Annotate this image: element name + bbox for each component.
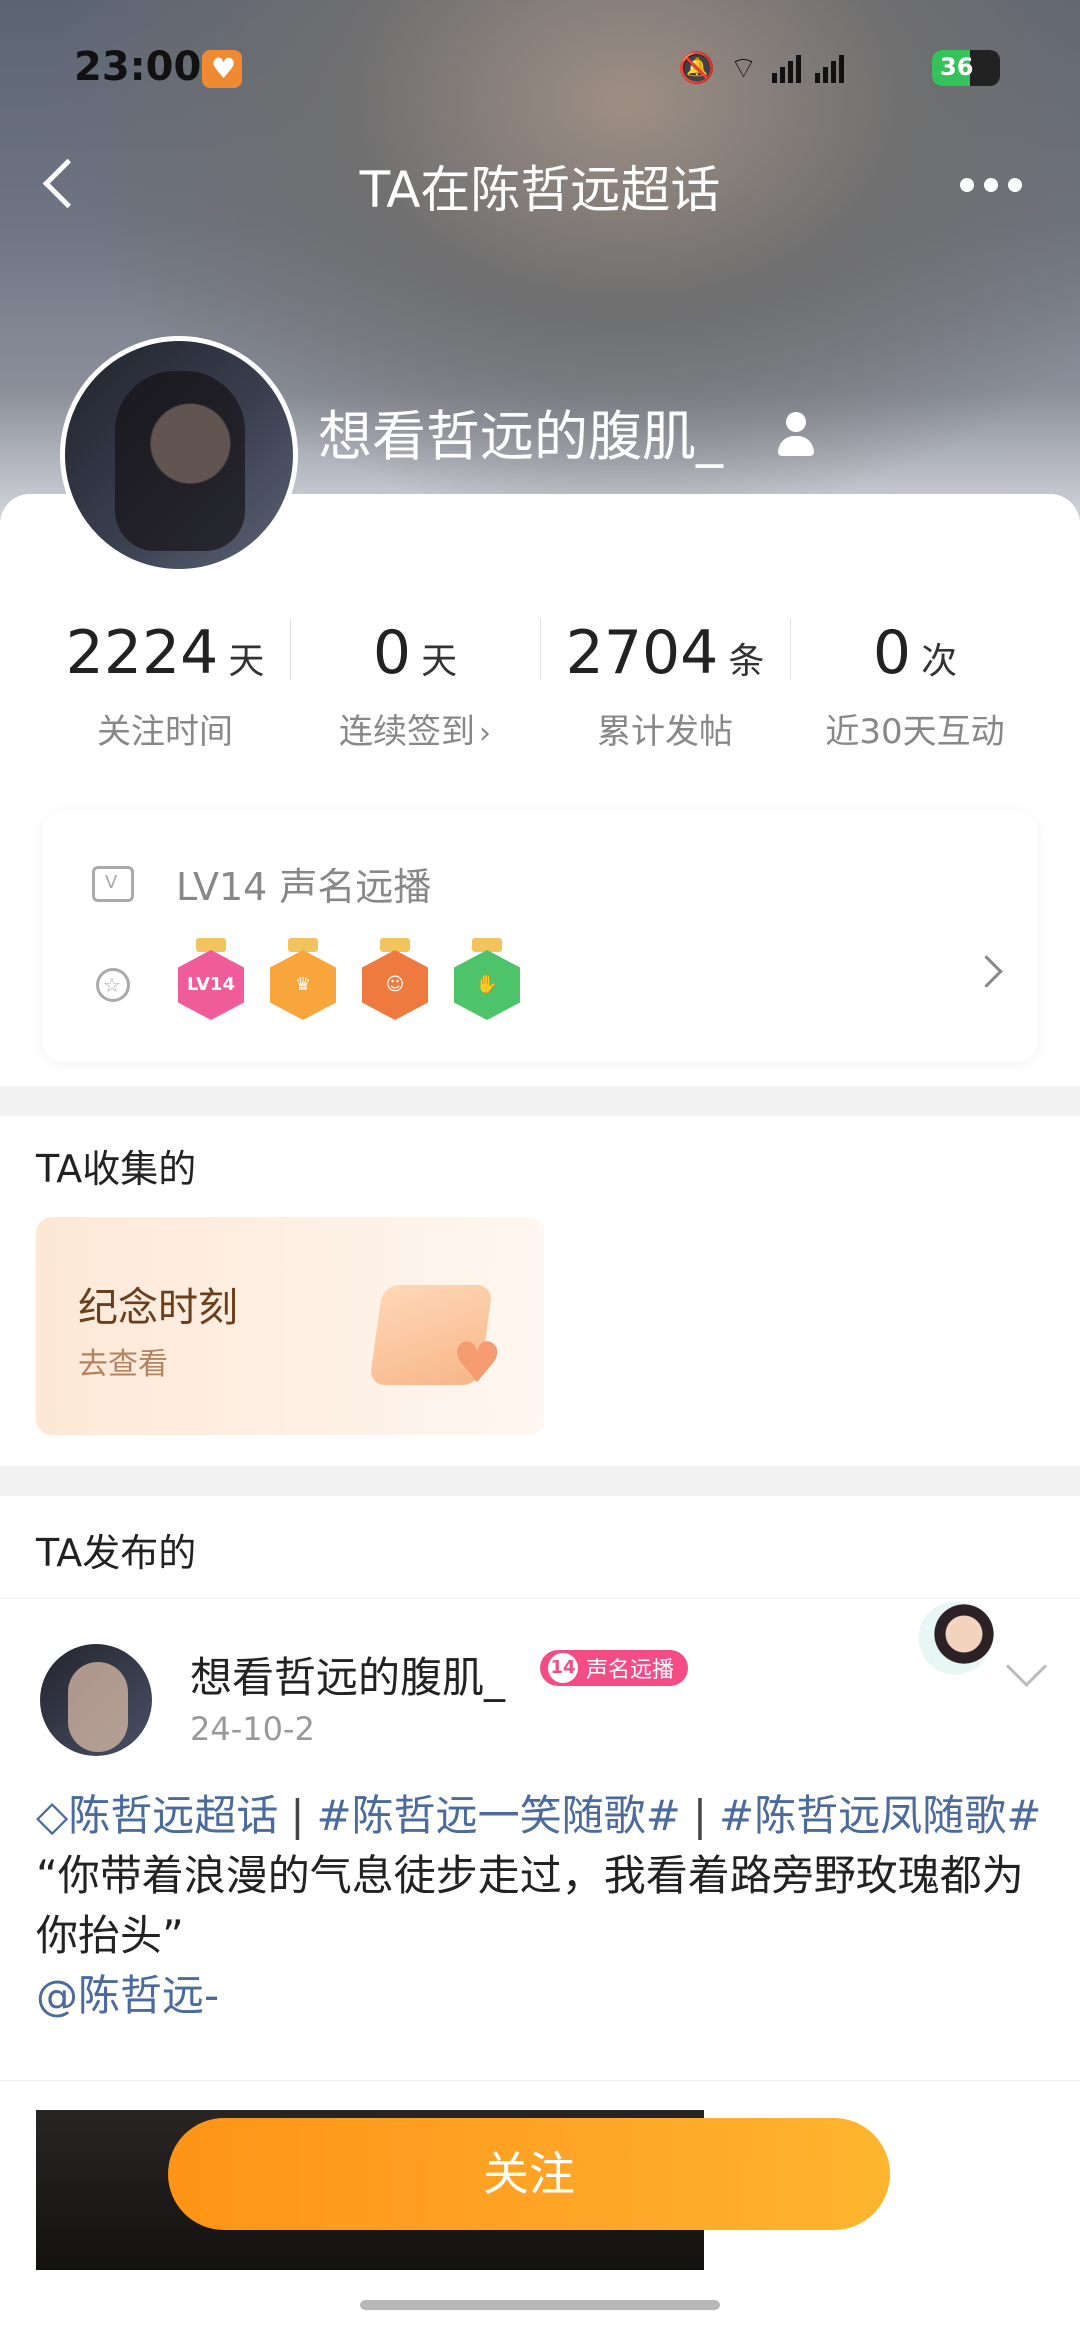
mention-link[interactable]: @陈哲远-	[36, 1971, 219, 2020]
topic-link[interactable]: #陈哲远一笑随歌#	[316, 1791, 680, 1840]
memorial-card-link[interactable]: 去查看	[78, 1339, 168, 1383]
level-tag: 14 声名远播	[540, 1650, 689, 1686]
memorial-card-title: 纪念时刻	[78, 1285, 238, 1331]
divider	[0, 1598, 1080, 1599]
status-time: 23:00	[74, 44, 202, 90]
signal-icon	[771, 53, 801, 83]
system-icons: 🔕 ⌔	[678, 46, 844, 90]
stat-label: 关注时间	[97, 712, 233, 752]
level-badges-panel[interactable]: LV14 声名远播 LV14 ♛ ☺ ✋	[42, 810, 1038, 1062]
divider	[0, 2080, 1080, 2081]
level-text: LV14 声名远播	[176, 865, 432, 909]
status-bar: 23:00 🔕 ⌔ 36	[0, 0, 1080, 140]
stat-unit: 天	[421, 641, 458, 682]
badge-level: LV14	[178, 938, 244, 1022]
post-text: “你带着浪漫的气息徒步走过，我看着路旁野玫瑰都为你抬头”	[36, 1851, 1024, 1960]
memorial-moment-card[interactable]: 纪念时刻 去查看 ♥	[36, 1217, 544, 1435]
mute-bell-icon: 🔕	[678, 50, 716, 86]
home-indicator[interactable]	[360, 2300, 720, 2310]
badge-list: LV14 ♛ ☺ ✋	[178, 938, 520, 1022]
profile-avatar[interactable]	[60, 336, 298, 574]
decoration-avatar	[910, 1598, 1000, 1678]
stat-label: 累计发帖	[597, 712, 733, 752]
post-author-avatar[interactable]	[40, 1644, 152, 1756]
stat-value: 0	[872, 618, 912, 688]
section-separator	[0, 1466, 1080, 1496]
badge-label: ✋	[475, 974, 499, 995]
stat-unit: 天	[228, 641, 265, 682]
stat-value: 2224	[65, 618, 219, 688]
stat-unit: 次	[921, 641, 958, 682]
medal-icon	[92, 958, 134, 1008]
level-crown-icon	[92, 866, 134, 902]
stat-value: 0	[372, 618, 412, 688]
stat-posts: 2704 条 累计发帖	[540, 560, 790, 770]
post-content[interactable]: ◇陈哲远超话 | #陈哲远一笑随歌# | #陈哲远凤随歌# “你带着浪漫的气息徒步走过，…	[36, 1786, 1048, 2026]
heart-app-icon	[202, 50, 242, 88]
badge-crown: ♛	[270, 938, 336, 1022]
user-profile-icon[interactable]	[776, 412, 816, 458]
signal-icon-2	[814, 53, 844, 83]
battery-icon: 36	[932, 50, 1000, 86]
badge-mascot: ☺	[362, 938, 428, 1022]
topic-link[interactable]: #陈哲远凤随歌#	[719, 1791, 1041, 1840]
super-topic-link[interactable]: ◇陈哲远超话	[36, 1791, 278, 1840]
stat-interactions: 0次 近30天互动	[790, 560, 1040, 770]
collected-section-title: TA收集的	[36, 1147, 197, 1191]
stat-follow-days: 2224 天 关注时间	[40, 560, 290, 770]
chevron-right-icon[interactable]	[970, 955, 1003, 988]
post-author-name[interactable]: 想看哲远的腹肌_	[190, 1644, 505, 1705]
level-tag-number: 14	[548, 1653, 578, 1683]
profile-username: 想看哲远的腹肌_	[318, 405, 723, 468]
level-tag-name: 声名远播	[586, 1658, 675, 1683]
posted-section-title: TA发布的	[36, 1531, 197, 1575]
badge-hand: ✋	[454, 938, 520, 1022]
stat-value: 2704	[565, 618, 719, 688]
more-options-icon[interactable]	[960, 165, 1040, 205]
wifi-icon: ⌔	[729, 51, 758, 86]
post-date: 24-10-2	[190, 1710, 315, 1748]
badge-label: LV14	[187, 974, 235, 995]
chevron-down-icon[interactable]	[1005, 1645, 1048, 1688]
follow-button[interactable]: 关注	[168, 2118, 890, 2230]
stat-unit: 条	[728, 641, 765, 682]
battery-level: 36	[940, 53, 974, 81]
stats-row: 2224 天 关注时间 0天 连续签到 › 2704 条 累计发帖 0次 近30天互动	[40, 560, 1040, 770]
stat-label: 连续签到	[339, 712, 475, 752]
stat-label: 近30天互动	[825, 712, 1005, 752]
section-separator	[0, 1086, 1080, 1116]
badge-label: ☺	[385, 974, 405, 995]
stat-checkin[interactable]: 0天 连续签到 ›	[290, 560, 540, 770]
badge-label: ♛	[294, 974, 312, 995]
chevron-right-icon: ›	[479, 716, 491, 751]
page-title: TA在陈哲远超话	[359, 161, 721, 219]
calendar-heart-icon: ♥	[368, 1267, 516, 1397]
